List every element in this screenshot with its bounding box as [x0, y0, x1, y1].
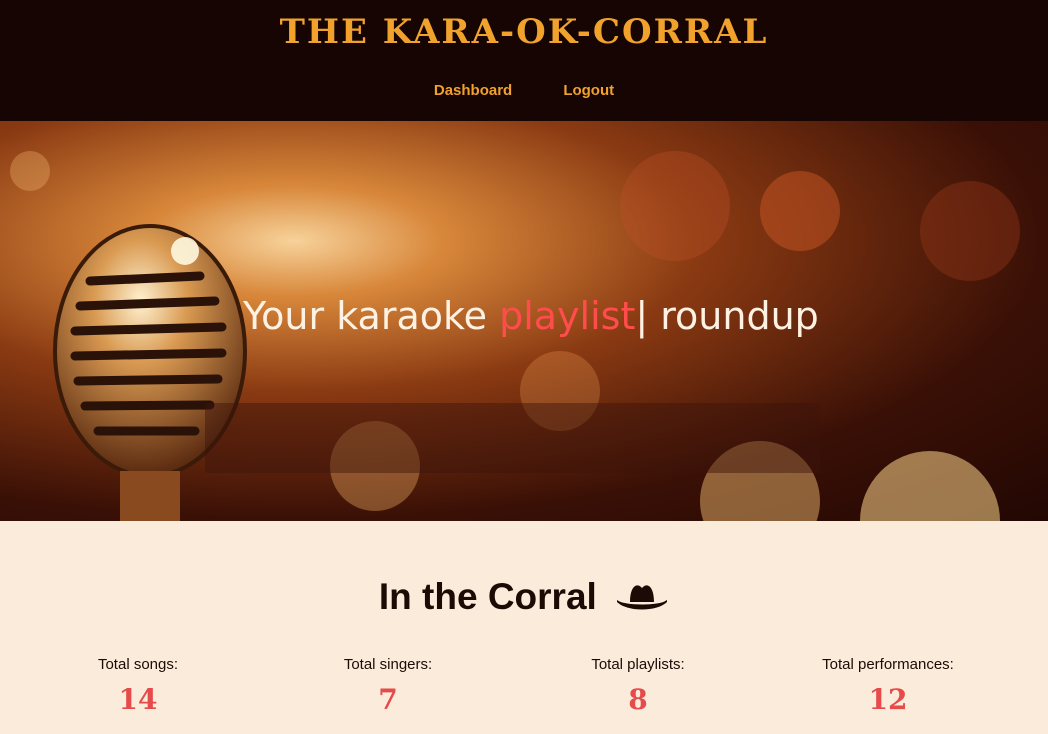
- stat-label: Total playlists:: [591, 656, 685, 673]
- bokeh-light: [920, 181, 1020, 281]
- stat-value: 14: [118, 683, 158, 716]
- nav-dashboard-link[interactable]: Dashboard: [434, 82, 512, 99]
- main-nav: Dashboard Logout: [0, 80, 1048, 99]
- top-bar: THE KARA-OK-CORRAL Dashboard Logout: [0, 0, 1048, 121]
- microphone-icon: [53, 224, 247, 521]
- stat-total-performances: Total performances: 12: [768, 656, 1008, 716]
- stat-total-playlists: Total playlists: 8: [518, 656, 758, 716]
- hero-text-highlight: playlist: [499, 294, 636, 338]
- section-heading: In the Corral: [0, 576, 1048, 618]
- hero-text-box: [205, 403, 820, 473]
- stat-total-singers: Total singers: 7: [268, 656, 508, 716]
- stat-label: Total singers:: [343, 656, 433, 673]
- stat-value: 7: [378, 683, 398, 716]
- cowboy-hat-icon: [617, 585, 668, 610]
- stat-label: Total songs:: [97, 656, 179, 673]
- bokeh-light: [860, 451, 1000, 521]
- hero-text-start: Your karaoke: [243, 294, 500, 338]
- nav-logout-link[interactable]: Logout: [563, 82, 614, 99]
- bokeh-light: [10, 151, 50, 191]
- stat-total-songs: Total songs: 14: [18, 656, 258, 716]
- site-title[interactable]: THE KARA-OK-CORRAL: [0, 12, 1048, 52]
- hero-text-end: | roundup: [635, 294, 819, 338]
- stat-value: 12: [868, 683, 908, 716]
- stat-value: 8: [628, 683, 648, 716]
- bokeh-light: [620, 151, 730, 261]
- section-title-text: In the Corral: [378, 576, 597, 617]
- bokeh-light: [760, 171, 840, 251]
- hero-heading: Your karaoke playlist| roundup: [243, 294, 819, 338]
- stat-label: Total performances:: [822, 656, 954, 673]
